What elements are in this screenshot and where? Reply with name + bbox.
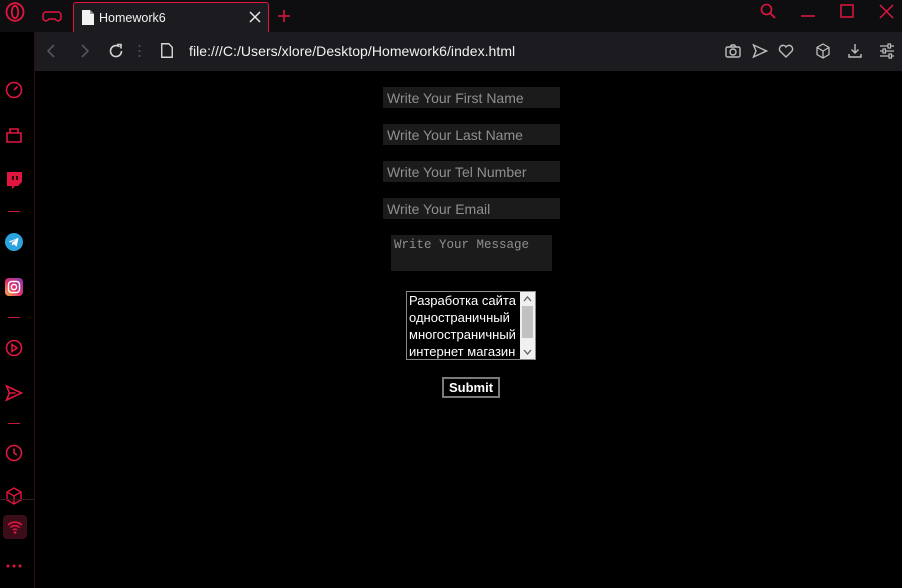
select-option[interactable]: интернет магазин <box>409 344 521 359</box>
gamepad-icon[interactable] <box>42 7 62 25</box>
gx-corner-icon[interactable] <box>5 126 23 144</box>
separator-icon <box>138 45 141 57</box>
address-url[interactable]: file:///C:/Users/xlore/Desktop/Homework6… <box>189 43 515 59</box>
email-field[interactable] <box>383 198 560 219</box>
history-icon[interactable] <box>5 444 23 462</box>
select-option[interactable]: одностраничный <box>409 310 521 327</box>
last-name-field[interactable] <box>383 124 560 145</box>
cube-icon[interactable] <box>815 43 831 59</box>
tab-title: Homework6 <box>99 11 166 25</box>
twitch-icon[interactable] <box>5 171 23 189</box>
send-icon[interactable] <box>5 384 23 402</box>
forward-icon[interactable] <box>76 43 92 59</box>
sidebar-separator <box>0 499 34 500</box>
message-field[interactable] <box>391 235 552 271</box>
file-icon <box>82 10 94 25</box>
select-option[interactable]: Разработка сайта <box>409 293 521 310</box>
chevron-down-icon[interactable] <box>523 349 532 356</box>
page-icon[interactable] <box>161 43 173 58</box>
minimize-icon[interactable] <box>800 5 816 19</box>
select-options: Разработка сайта одностраничный многостр… <box>409 293 521 359</box>
sidebar <box>0 32 35 588</box>
sidebar-divider <box>8 211 20 212</box>
address-bar: file:///C:/Users/xlore/Desktop/Homework6… <box>35 32 902 71</box>
chevron-up-icon[interactable] <box>523 295 532 302</box>
back-icon[interactable] <box>44 43 60 59</box>
close-icon[interactable] <box>879 4 894 19</box>
title-bar: Homework6 <box>0 0 902 32</box>
submit-button[interactable]: Submit <box>442 377 500 398</box>
plus-icon[interactable] <box>276 8 292 24</box>
search-icon[interactable] <box>760 3 776 19</box>
download-icon[interactable] <box>847 43 863 59</box>
extensions-icon[interactable] <box>5 487 23 505</box>
instagram-icon[interactable] <box>5 278 23 296</box>
first-name-field[interactable] <box>383 87 560 108</box>
heart-icon[interactable] <box>778 43 794 59</box>
send-icon[interactable] <box>752 43 768 59</box>
reload-icon[interactable] <box>108 43 124 59</box>
service-select[interactable]: Разработка сайта одностраничный многостр… <box>406 291 536 360</box>
sidebar-divider <box>8 423 20 424</box>
settings-sliders-icon[interactable] <box>879 43 895 59</box>
speed-dial-icon[interactable] <box>5 81 23 99</box>
player-icon[interactable] <box>5 339 23 357</box>
select-option[interactable]: многостраничный <box>409 327 521 344</box>
camera-icon[interactable] <box>725 43 741 59</box>
page-content: Разработка сайта одностраничный многостр… <box>35 71 902 588</box>
telegram-icon[interactable] <box>5 233 23 251</box>
select-scrollbar-thumb[interactable] <box>522 306 533 338</box>
maximize-icon[interactable] <box>840 4 854 18</box>
opera-gx-logo[interactable] <box>5 2 25 22</box>
network-limiter-icon[interactable] <box>6 518 24 536</box>
tel-field[interactable] <box>383 161 560 182</box>
more-icon[interactable] <box>5 557 23 575</box>
browser-tab[interactable]: Homework6 <box>73 2 269 32</box>
sidebar-divider <box>8 317 20 318</box>
close-icon[interactable] <box>248 10 262 24</box>
